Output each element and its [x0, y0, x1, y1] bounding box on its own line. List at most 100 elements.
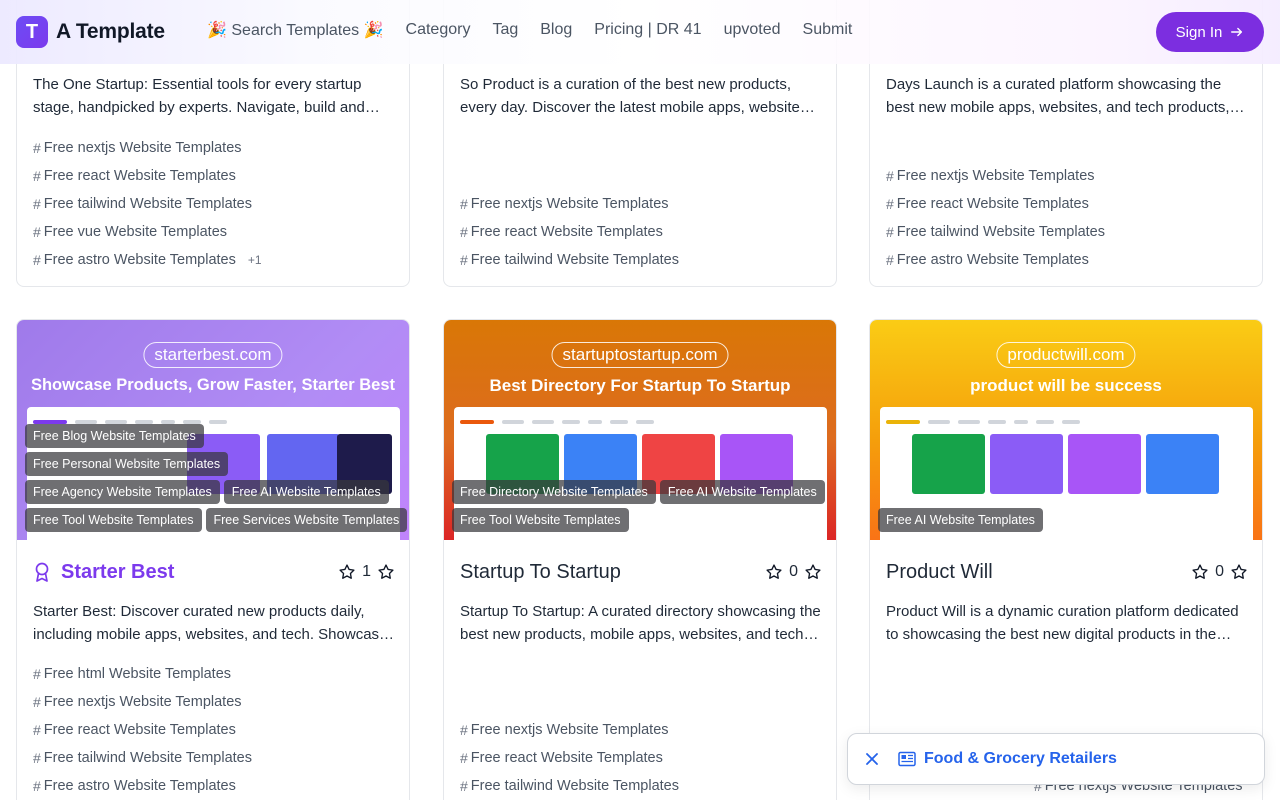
newspaper-icon [898, 751, 916, 767]
hash-icon: # [460, 196, 468, 212]
tag-link[interactable]: # Free nextjs Website Templates [886, 162, 1256, 190]
close-icon[interactable] [864, 751, 880, 767]
card-description: The One Startup: Essential tools for eve… [33, 76, 365, 116]
sign-in-label: Sign In [1175, 23, 1223, 41]
card-description: So Product is a curation of the best new… [460, 76, 812, 116]
vote-widget: 1 [338, 563, 395, 581]
template-card[interactable]: startuptostartup.com Best Directory For … [443, 319, 837, 800]
tag-link[interactable]: # Free tailwind Website Templates [460, 246, 830, 274]
more-tags-count: +1 [247, 253, 262, 267]
tag-link[interactable]: # Free nextjs Website Templates [33, 134, 403, 162]
arrow-right-icon [1231, 27, 1243, 37]
tag-list: # Free nextjs Website Templates # Free rea… [886, 162, 1256, 274]
card-thumbnail[interactable]: productwill.com product will be success [870, 320, 1262, 540]
brand-name: A Template [56, 20, 165, 43]
nav-upvoted[interactable]: upvoted [724, 21, 781, 39]
hash-icon: # [33, 778, 41, 794]
category-badge[interactable]: Free Personal Website Templates [25, 452, 229, 476]
vote-widget: 0 [1191, 563, 1248, 581]
tag-link[interactable]: # Free react Website Templates [33, 162, 403, 190]
hash-icon: # [33, 140, 41, 156]
tag-link[interactable]: # Free react Website Templates [460, 218, 830, 246]
category-badges: Free Directory Website Templates Free AI … [452, 480, 832, 536]
hash-icon: # [33, 722, 41, 738]
category-badge[interactable]: Free Directory Website Templates [452, 480, 656, 504]
hash-icon: # [886, 196, 894, 212]
card-title-row: Startup To Startup 0 [460, 558, 822, 586]
nav-category[interactable]: Category [406, 21, 471, 39]
category-badge[interactable]: Free AI Website Templates [223, 480, 389, 504]
tag-link[interactable]: # Free astro Website Templates [33, 772, 403, 800]
card-description: Days Launch is a curated platform showca… [886, 76, 1230, 116]
tag-link[interactable]: # Free tailwind Website Templates [460, 772, 830, 800]
tag-link[interactable]: # Free vue Website Templates [33, 218, 403, 246]
nav-search-templates[interactable]: 🎉 Search Templates 🎉 [207, 20, 384, 40]
category-badge[interactable]: Free Services Website Templates [205, 508, 408, 532]
tag-link[interactable]: # Free html Website Templates [33, 660, 403, 688]
category-badge[interactable]: Free AI Website Templates [659, 480, 825, 504]
hash-icon: # [33, 224, 41, 240]
card-title-row: Starter Best 1 [33, 558, 395, 586]
tag-link[interactable]: # Free react Website Templates [460, 744, 830, 772]
card-title-row: Product Will 0 [886, 558, 1248, 586]
category-badge[interactable]: Free Tool Website Templates [452, 508, 629, 532]
card-description: Startup To Startup: A curated directory … [460, 603, 821, 643]
hash-icon: # [460, 750, 468, 766]
card-description: Product Will is a dynamic curation platf… [886, 603, 1239, 643]
logo-mark: T [16, 16, 48, 48]
star-icon[interactable] [1230, 563, 1248, 581]
tag-link[interactable]: # Free nextjs Website Templates [460, 190, 830, 218]
hash-icon: # [33, 666, 41, 682]
card-title[interactable]: Starter Best [61, 561, 174, 584]
category-badge[interactable]: Free Blog Website Templates [25, 424, 204, 448]
star-icon[interactable] [338, 563, 356, 581]
star-icon[interactable] [804, 563, 822, 581]
hash-icon: # [33, 196, 41, 212]
logo-link[interactable]: T A Template [16, 16, 165, 48]
sign-in-button[interactable]: Sign In [1156, 12, 1264, 52]
vote-widget: 0 [765, 563, 822, 581]
thumbnail-headline: Showcase Products, Grow Faster, Starter … [30, 376, 396, 394]
hash-icon: # [460, 224, 468, 240]
vote-count: 1 [362, 563, 371, 580]
tag-list: # Free nextjs Website Templates # Free rea… [33, 134, 403, 274]
tag-link[interactable]: # Free nextjs Website Templates [33, 688, 403, 716]
star-icon[interactable] [1191, 563, 1209, 581]
star-icon[interactable] [377, 563, 395, 581]
hash-icon: # [460, 252, 468, 268]
template-card[interactable]: productwill.com product will be success … [869, 319, 1263, 800]
hash-icon: # [33, 750, 41, 766]
card-title[interactable]: Startup To Startup [460, 561, 621, 584]
category-badge[interactable]: Free Agency Website Templates [25, 480, 220, 504]
category-badges: Free AI Website Templates [878, 508, 1258, 536]
vote-count: 0 [789, 563, 798, 580]
tag-link[interactable]: # Free react Website Templates [886, 190, 1256, 218]
hash-icon: # [886, 168, 894, 184]
tag-link[interactable]: # Free nextjs Website Templates [460, 716, 830, 744]
nav-blog[interactable]: Blog [540, 21, 572, 39]
star-icon[interactable] [765, 563, 783, 581]
tag-list: # Free html Website Templates # Free nextj… [33, 660, 403, 800]
hash-icon: # [460, 778, 468, 794]
category-badge[interactable]: Free Tool Website Templates [25, 508, 202, 532]
tag-link[interactable]: # Free tailwind Website Templates [33, 190, 403, 218]
tag-link[interactable]: # Free astro Website Templates [886, 246, 1256, 274]
tag-link[interactable]: # Free tailwind Website Templates [33, 744, 403, 772]
tag-link[interactable]: # Free react Website Templates [33, 716, 403, 744]
hash-icon: # [886, 224, 894, 240]
main-nav: 🎉 Search Templates 🎉 Category Tag Blog P… [207, 20, 874, 40]
nav-submit[interactable]: Submit [803, 21, 853, 39]
thumbnail-domain: productwill.com [996, 342, 1136, 368]
nav-tag[interactable]: Tag [492, 21, 518, 39]
tag-link[interactable]: # Free astro Website Templates +1 [33, 246, 403, 274]
card-description: Starter Best: Discover curated new produ… [33, 603, 388, 643]
thumbnail-domain: starterbest.com [143, 342, 283, 368]
category-badge[interactable]: Free AI Website Templates [878, 508, 1043, 532]
tag-link[interactable]: # Free tailwind Website Templates [886, 218, 1256, 246]
nav-pricing[interactable]: Pricing | DR 41 [594, 21, 701, 39]
template-card[interactable]: starterbest.com Showcase Products, Grow … [16, 319, 410, 800]
category-toast[interactable]: Food & Grocery Retailers [847, 733, 1265, 785]
toast-label[interactable]: Food & Grocery Retailers [924, 750, 1117, 768]
thumbnail-headline: product will be success [970, 376, 1162, 395]
card-title[interactable]: Product Will [886, 561, 993, 584]
